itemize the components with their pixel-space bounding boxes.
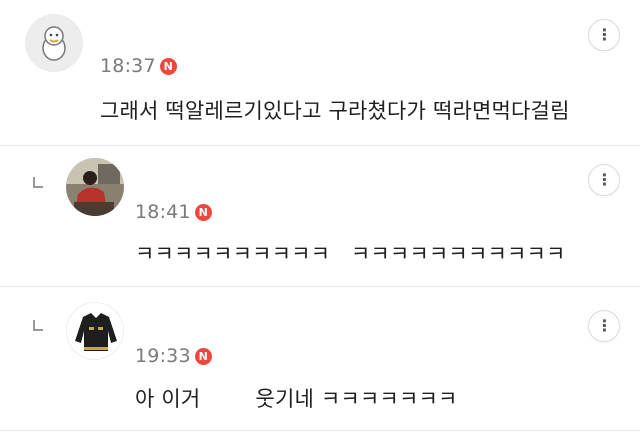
avatar[interactable] — [66, 158, 124, 216]
new-badge: N — [194, 203, 212, 221]
reply-arrow-icon — [33, 320, 43, 331]
new-badge: N — [159, 57, 177, 75]
avatar[interactable] — [66, 302, 124, 360]
comment-text: ㅋㅋㅋㅋㅋㅋㅋㅋㅋㅋ ㅋㅋㅋㅋㅋㅋㅋㅋㅋㅋㅋ — [135, 242, 566, 266]
more-options-button[interactable]: ⋮ — [588, 19, 620, 51]
more-options-button[interactable]: ⋮ — [588, 164, 620, 196]
timestamp: 18:37 — [100, 55, 156, 77]
more-icon: ⋮ — [596, 170, 613, 189]
reply-comment-item: 19:33 N 아 이거 웃기네 ㅋㅋㅋㅋㅋㅋㅋ ⋮ — [0, 287, 640, 430]
more-icon: ⋮ — [596, 316, 613, 335]
comment-text: 그래서 떡알레르기있다고 구라쳤다가 떡라면먹다걸림 — [100, 99, 570, 123]
comment-item: 18:37 N 그래서 떡알레르기있다고 구라쳤다가 떡라면먹다걸림 ⋮ — [0, 0, 640, 145]
jacket-avatar-image — [67, 303, 123, 359]
timestamp: 19:33 — [135, 345, 191, 367]
comment-text: 아 이거 웃기네 ㅋㅋㅋㅋㅋㅋㅋ — [135, 387, 458, 411]
reply-arrow-icon — [33, 177, 43, 188]
timestamp: 18:41 — [135, 201, 191, 223]
divider — [0, 430, 640, 431]
reply-comment-item: 18:41 N ㅋㅋㅋㅋㅋㅋㅋㅋㅋㅋ ㅋㅋㅋㅋㅋㅋㅋㅋㅋㅋㅋ ⋮ — [0, 146, 640, 286]
cartoon-avatar-image — [25, 14, 83, 72]
more-options-button[interactable]: ⋮ — [588, 310, 620, 342]
person-avatar-image — [66, 158, 124, 216]
comment-meta: 18:37 N — [100, 55, 177, 77]
avatar[interactable] — [25, 14, 83, 72]
comment-meta: 18:41 N — [135, 201, 212, 223]
comment-meta: 19:33 N — [135, 345, 212, 367]
more-icon: ⋮ — [596, 25, 613, 44]
new-badge: N — [194, 347, 212, 365]
